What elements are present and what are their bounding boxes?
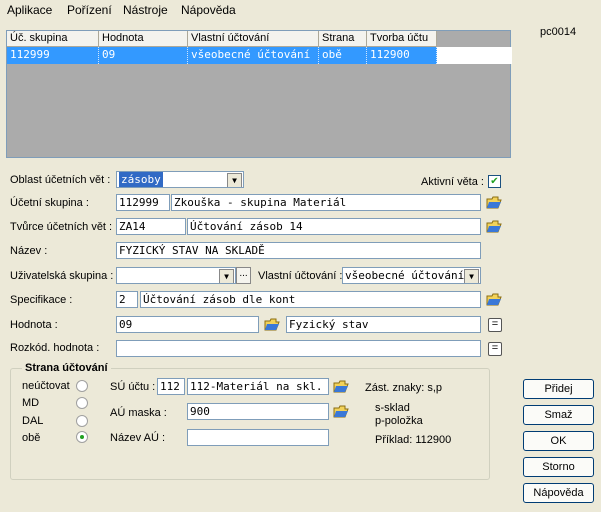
selected-row-highlight: 112999 09 všeobecné účtování obě 112900 (7, 47, 437, 64)
folder-open-icon[interactable] (486, 196, 502, 209)
folder-open-icon[interactable] (486, 220, 502, 233)
strana-group-title: Strana účtování (22, 362, 111, 374)
radio-label-dal: DAL (22, 415, 44, 427)
col-header-hodnota[interactable]: Hodnota (99, 31, 188, 47)
cell-hodnota: 09 (99, 47, 188, 64)
col-header-vlastni-uctovani[interactable]: Vlastní účtování (188, 31, 319, 47)
vlastni-combo[interactable]: všeobecné účtování ▼ (342, 267, 481, 284)
cell-vlastni-uctovani: všeobecné účtování (188, 47, 319, 64)
su-label: SÚ účtu : (110, 381, 156, 393)
cell-ucetni-skupina: 112999 (7, 47, 99, 64)
col-header-strana[interactable]: Strana (319, 31, 367, 47)
radio-label-obe: obě (22, 432, 41, 444)
radio-md[interactable] (76, 397, 88, 409)
vlastni-value: všeobecné účtování (345, 269, 465, 282)
radio-dal[interactable] (76, 415, 88, 427)
radio-label-neuctovat: neúčtovat (22, 380, 70, 392)
tvurce-code-field[interactable]: ZA14 (116, 218, 186, 235)
chevron-down-icon[interactable]: ▼ (227, 173, 242, 187)
chevron-down-icon[interactable]: ▼ (464, 269, 479, 283)
nazev-label: Název : (10, 245, 48, 257)
menu-nastroje[interactable]: Nástroje (123, 3, 168, 17)
menu-porizeni[interactable]: Pořízení (67, 3, 112, 17)
oblast-value: zásoby (119, 172, 163, 187)
oblast-label: Oblast účetních vět : (10, 174, 111, 186)
nazev-au-field[interactable] (187, 429, 329, 446)
ucetni-skupina-code-field[interactable]: 112999 (116, 194, 170, 211)
grid-header: Úč. skupina Hodnota Vlastní účtování Str… (7, 31, 437, 47)
note-polozka: p-položka (375, 415, 423, 427)
specifikace-name-field[interactable]: Účtování zásob dle kont (140, 291, 481, 308)
col-header-tvorba-uctu[interactable]: Tvorba účtu (367, 31, 437, 47)
au-maska-field[interactable]: 900 (187, 403, 329, 420)
ucetni-skupina-label: Účetní skupina : (10, 197, 89, 209)
radio-label-md: MD (22, 397, 40, 409)
folder-open-icon[interactable] (333, 405, 349, 418)
folder-open-icon[interactable] (264, 318, 280, 331)
priklad-text: Příklad: 112900 (375, 434, 452, 446)
storno-button[interactable]: Storno (523, 457, 594, 477)
ucetni-skupina-name-field[interactable]: Zkouška - skupina Materiál (171, 194, 481, 211)
folder-open-icon[interactable] (333, 380, 349, 393)
hodnota-label: Hodnota : (10, 319, 58, 331)
uzivatelska-browse-button[interactable]: ... (236, 267, 251, 284)
vlastni-label: Vlastní účtování : (258, 270, 343, 282)
nazev-field[interactable]: FYZICKÝ STAV NA SKLADĚ (116, 242, 481, 259)
uzivatelska-label: Uživatelská skupina : (10, 270, 114, 282)
tvurce-name-field[interactable]: Účtování zásob 14 (187, 218, 481, 235)
rozkod-label: Rozkód. hodnota : (10, 342, 100, 354)
note-sklad: s-sklad (375, 402, 410, 414)
hodnota-equals-button[interactable]: = (488, 318, 502, 332)
zast-znaky-text: Zást. znaky: s,p (365, 382, 443, 394)
hodnota-name-field[interactable]: Fyzický stav (286, 316, 481, 333)
specifikace-code-field[interactable]: 2 (116, 291, 138, 308)
tvurce-label: Tvůrce účetních vět : (10, 221, 113, 233)
au-maska-label: AÚ maska : (110, 407, 167, 419)
radio-obe[interactable] (76, 431, 88, 443)
records-grid[interactable]: Úč. skupina Hodnota Vlastní účtování Str… (6, 30, 512, 158)
chevron-down-icon[interactable]: ▼ (219, 269, 234, 283)
folder-open-icon[interactable] (486, 293, 502, 306)
uzivatelska-combo[interactable]: ▼ (116, 267, 236, 284)
menu-napoveda[interactable]: Nápověda (181, 3, 236, 17)
smaz-button[interactable]: Smaž (523, 405, 594, 425)
pridej-button[interactable]: Přidej (523, 379, 594, 399)
ok-button[interactable]: OK (523, 431, 594, 451)
hodnota-field[interactable]: 09 (116, 316, 259, 333)
cell-tvorba-uctu: 112900 (367, 47, 437, 64)
radio-neuctovat[interactable] (76, 380, 88, 392)
table-row[interactable]: 112999 09 všeobecné účtování obě 112900 (7, 47, 512, 64)
napoveda-button[interactable]: Nápověda (523, 483, 594, 503)
rozkod-field[interactable] (116, 340, 481, 357)
nazev-au-label: Název AÚ : (110, 432, 166, 444)
screen-id: pc0014 (540, 26, 577, 38)
aktivni-checkbox[interactable]: ✔ (488, 175, 501, 188)
su-name-field[interactable]: 112-Materiál na skl. (187, 378, 329, 395)
su-code-field[interactable]: 112 (157, 378, 185, 395)
col-header-ucetni-skupina[interactable]: Úč. skupina (7, 31, 99, 47)
menu-bar: Aplikace Pořízení Nástroje Nápověda (0, 0, 601, 22)
aktivni-label: Aktivní věta : (421, 176, 484, 188)
cell-strana: obě (319, 47, 367, 64)
specifikace-label: Specifikace : (10, 294, 73, 306)
menu-aplikace[interactable]: Aplikace (7, 3, 52, 17)
oblast-combo[interactable]: zásoby ▼ (116, 171, 244, 188)
rozkod-equals-button[interactable]: = (488, 342, 502, 356)
